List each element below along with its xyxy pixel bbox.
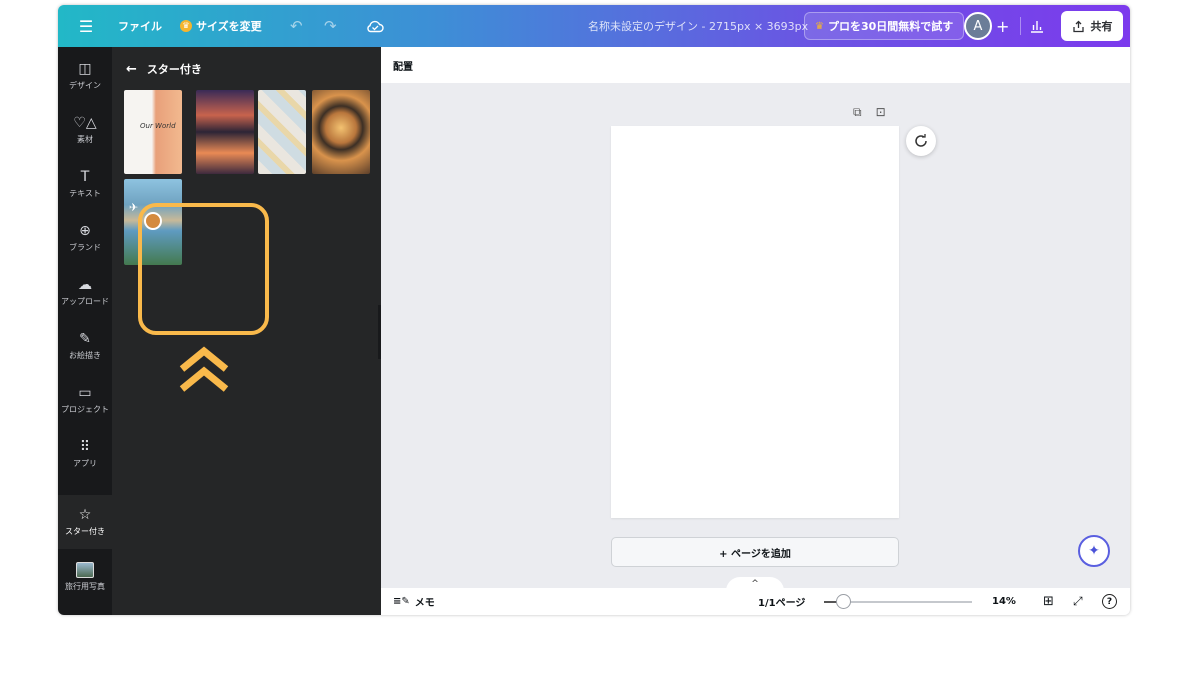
template-thumbnail[interactable]	[312, 90, 370, 174]
rail-item-label: 旅行用写真	[65, 582, 105, 591]
folder-icon: ▭	[78, 385, 92, 401]
pro-trial-label: プロを30日間無料で試す	[827, 20, 954, 33]
app-window: ☰ ファイル ♛ サイズを変更 ↶ ↷ 名称未設定のデザイン - 2715px …	[58, 5, 1130, 615]
design-canvas[interactable]	[611, 126, 899, 518]
share-icon	[1072, 20, 1084, 32]
add-collaborator-icon[interactable]: +	[996, 5, 1009, 47]
rail-item-label: プロジェクト	[61, 405, 109, 414]
add-page-icon[interactable]: ⊡	[876, 105, 886, 120]
add-page-button[interactable]: + ページを追加	[611, 537, 899, 567]
rail-item-projects[interactable]: ▭ プロジェクト	[58, 373, 112, 427]
rail-item-elements[interactable]: ♡△ 素材	[58, 103, 112, 157]
insights-icon[interactable]	[1030, 5, 1044, 47]
rail-item-label: アプリ	[73, 459, 97, 468]
resize-label: サイズを変更	[196, 20, 262, 33]
rail-item-starred[interactable]: ☆ スター付き	[58, 495, 112, 549]
magic-sparkle-icon[interactable]: ✦	[1078, 535, 1110, 567]
regenerate-icon[interactable]	[906, 126, 936, 156]
template-thumbnail[interactable]	[258, 90, 306, 174]
file-menu-button[interactable]: ファイル	[118, 5, 162, 47]
redo-icon[interactable]: ↷	[324, 5, 337, 47]
page-count[interactable]: 1/1ページ	[758, 588, 805, 615]
share-button[interactable]: 共有	[1061, 11, 1123, 41]
rail-item-text[interactable]: T テキスト	[58, 157, 112, 211]
star-icon: ☆	[78, 507, 92, 523]
rail-item-travel-photos[interactable]: 旅行用写真	[58, 550, 112, 604]
template-thumbnail[interactable]: Our World	[124, 90, 182, 174]
avatar[interactable]: A	[964, 12, 992, 40]
crown-icon: ♛	[815, 20, 824, 32]
arrange-button[interactable]: 配置	[393, 47, 413, 83]
rail-item-design[interactable]: ◫ デザイン	[58, 49, 112, 103]
highlight-frame	[138, 203, 269, 335]
template-thumbnail[interactable]	[196, 90, 254, 174]
text-icon: T	[80, 169, 90, 185]
starred-panel: ← スター付き Our World ✈	[112, 47, 381, 615]
zoom-slider-handle[interactable]	[836, 594, 851, 609]
rail-item-label: ブランド	[69, 243, 101, 252]
help-icon[interactable]: ?	[1102, 588, 1117, 615]
editor-area: 配置 ⧉ ⊡ + ページを追加 ✦ ^ ≡✎ メモ 1/1ページ 14% ⊞ ⤢…	[381, 47, 1130, 615]
rail-item-draw[interactable]: ✎ お絵描き	[58, 319, 112, 373]
apps-icon: ⠿	[79, 439, 91, 455]
rail-item-apps[interactable]: ⠿ アプリ	[58, 427, 112, 481]
undo-icon[interactable]: ↶	[290, 5, 303, 47]
page-tools: ⧉ ⊡	[853, 105, 886, 120]
editor-toolbar: 配置	[381, 47, 1130, 83]
double-chevron-up-icon	[179, 346, 229, 392]
menu-icon[interactable]: ☰	[72, 5, 100, 47]
layout-icon: ◫	[78, 61, 92, 77]
thumbnail-text: Our World	[140, 122, 176, 130]
elements-icon: ♡△	[73, 115, 97, 131]
photo-thumbnail	[76, 562, 94, 578]
airplane-icon: ✈	[129, 201, 139, 214]
upload-icon: ☁	[78, 277, 92, 293]
panel-title: スター付き	[146, 63, 202, 76]
draw-icon: ✎	[79, 331, 91, 347]
top-bar: ☰ ファイル ♛ サイズを変更 ↶ ↷ 名称未設定のデザイン - 2715px …	[58, 5, 1130, 47]
brand-icon: ⊕	[79, 223, 91, 239]
design-title[interactable]: 名称未設定のデザイン - 2715px × 3693px	[588, 5, 808, 47]
rail-item-label: スター付き	[65, 527, 105, 536]
cloud-save-icon[interactable]	[366, 5, 384, 47]
duplicate-page-icon[interactable]: ⧉	[853, 105, 862, 120]
rail-item-label: 素材	[77, 135, 93, 144]
zoom-value[interactable]: 14%	[992, 588, 1016, 615]
rail-item-label: テキスト	[69, 189, 101, 198]
notes-icon: ≡✎	[393, 596, 410, 607]
pro-trial-button[interactable]: ♛ プロを30日間無料で試す	[804, 12, 965, 40]
rail-item-label: お絵描き	[69, 351, 101, 360]
panel-header: ← スター付き	[126, 61, 202, 77]
left-rail: ◫ デザイン ♡△ 素材 T テキスト ⊕ ブランド ☁ アップロード ✎ お絵…	[58, 47, 112, 615]
rail-item-label: デザイン	[69, 81, 101, 90]
fullscreen-icon[interactable]: ⤢	[1073, 588, 1083, 615]
back-arrow-icon[interactable]: ←	[126, 62, 137, 77]
rail-item-label: アップロード	[61, 297, 109, 306]
notes-label: メモ	[414, 598, 435, 609]
crown-icon: ♛	[180, 20, 192, 32]
rail-item-upload[interactable]: ☁ アップロード	[58, 265, 112, 319]
share-label: 共有	[1090, 20, 1113, 33]
notes-button[interactable]: ≡✎ メモ	[393, 588, 435, 615]
grid-view-icon[interactable]: ⊞	[1043, 588, 1054, 615]
divider	[1020, 17, 1021, 35]
resize-button[interactable]: ♛ サイズを変更	[180, 5, 262, 47]
footer-bar: ≡✎ メモ 1/1ページ 14% ⊞ ⤢ ?	[381, 588, 1130, 615]
rail-item-brand[interactable]: ⊕ ブランド	[58, 211, 112, 265]
